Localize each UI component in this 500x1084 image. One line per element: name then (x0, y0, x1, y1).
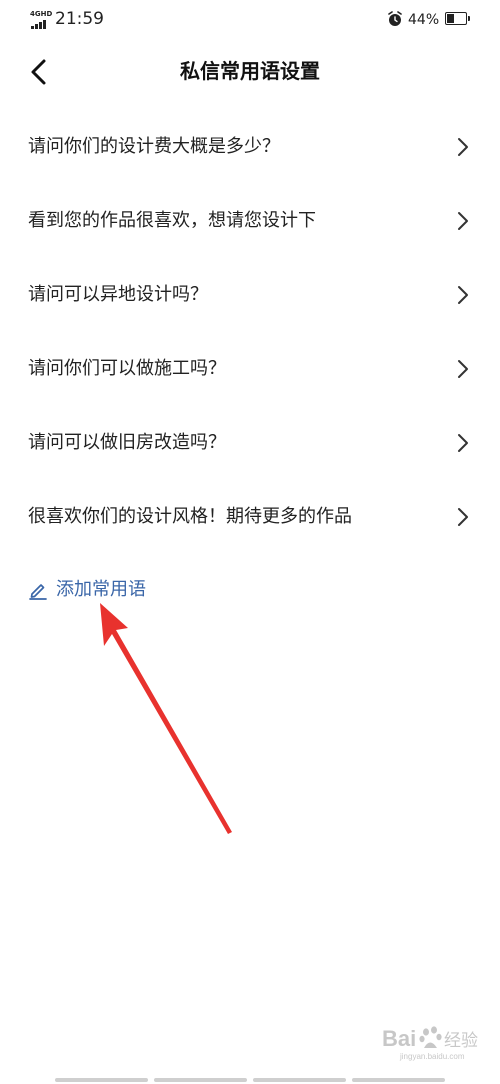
chevron-right-icon (458, 286, 468, 304)
bottom-nav-indicator (55, 1078, 445, 1082)
svg-text:经验: 经验 (444, 1031, 478, 1051)
signal-icon: 4GHD (30, 10, 53, 29)
list-item[interactable]: 请问可以异地设计吗？ (0, 258, 500, 332)
svg-text:Bai: Bai (382, 1026, 416, 1051)
phrase-label: 请问可以异地设计吗？ (28, 284, 208, 305)
battery-fill (447, 14, 454, 23)
list-item[interactable]: 看到您的作品很喜欢，想请您设计下 (0, 184, 500, 258)
chevron-right-icon (458, 138, 468, 156)
chevron-right-icon (458, 508, 468, 526)
battery-percent: 44% (408, 12, 440, 28)
phrase-label: 请问你们的设计费大概是多少？ (28, 136, 280, 157)
list-item[interactable]: 请问你们的设计费大概是多少？ (0, 110, 500, 184)
phrase-label: 请问你们可以做施工吗？ (28, 358, 226, 379)
list-item[interactable]: 请问可以做旧房改造吗？ (0, 406, 500, 480)
chevron-right-icon (458, 360, 468, 378)
header: 私信常用语设置 (0, 44, 500, 100)
status-time: 21:59 (55, 9, 104, 29)
page-title: 私信常用语设置 (180, 59, 320, 83)
back-chevron-icon[interactable] (22, 54, 58, 90)
phrase-label: 很喜欢你们的设计风格！期待更多的作品 (28, 506, 352, 527)
add-phrase-button[interactable]: 添加常用语 (28, 574, 146, 606)
svg-text:jingyan.baidu.com: jingyan.baidu.com (399, 1052, 465, 1061)
network-type: 4GHD (30, 10, 53, 18)
edit-icon (29, 584, 47, 600)
phrase-label: 请问可以做旧房改造吗？ (28, 432, 226, 453)
baidu-watermark-logo: Bai 经验 jingyan.baidu.com (382, 1026, 478, 1061)
chevron-right-icon (458, 434, 468, 452)
chevron-right-icon (458, 212, 468, 230)
add-phrase-label: 添加常用语 (56, 579, 146, 600)
list-item[interactable]: 请问你们可以做施工吗？ (0, 332, 500, 406)
phrase-label: 看到您的作品很喜欢，想请您设计下 (28, 210, 316, 231)
phrase-list: 请问你们的设计费大概是多少？ 看到您的作品很喜欢，想请您设计下 请问可以异地设计… (0, 110, 500, 554)
list-item[interactable]: 很喜欢你们的设计风格！期待更多的作品 (0, 480, 500, 554)
alarm-icon (388, 11, 402, 26)
status-bar: 4GHD 21:59 44% (0, 0, 500, 40)
battery-icon (445, 12, 470, 25)
